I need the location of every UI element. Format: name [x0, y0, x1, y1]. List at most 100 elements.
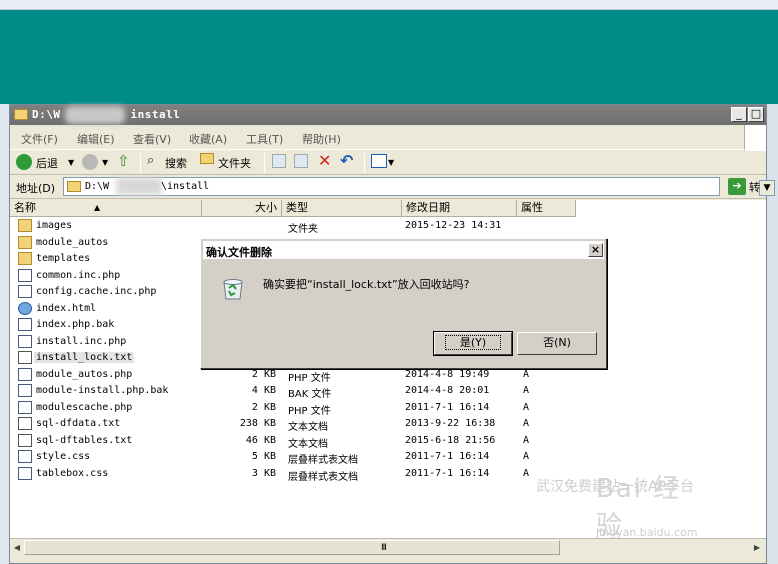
watermark: 武汉免费建站一统AP平台 Bai 经验 jingyan.baidu.com	[536, 474, 698, 541]
dialog-title-bar[interactable]: 确认文件删除 ×	[203, 241, 604, 259]
file-attributes: A	[523, 401, 530, 413]
redacted-path-blur	[65, 106, 125, 124]
file-modified: 2014-4-8 20:01	[405, 385, 490, 396]
search-icon[interactable]: ⌕	[147, 153, 154, 168]
delete-icon[interactable]: ✕	[318, 151, 331, 170]
views-icon[interactable]	[371, 154, 387, 168]
file-name: install_lock.txt	[34, 352, 135, 363]
address-dropdown-icon[interactable]: ▼	[759, 180, 775, 196]
file-icon	[18, 450, 32, 463]
file-type: PHP 文件	[288, 372, 331, 384]
file-attributes: A	[523, 368, 530, 380]
back-dropdown-icon[interactable]: ▼	[68, 158, 74, 167]
column-type[interactable]: 类型	[282, 200, 402, 217]
go-arrow-icon[interactable]: ➔	[728, 178, 746, 195]
dialog-close-button[interactable]: ×	[588, 243, 603, 257]
file-name: config.cache.inc.php	[36, 286, 157, 297]
column-header: 名称 ▲ 大小 类型 修改日期 属性	[10, 200, 576, 217]
file-type: 层叠样式表文档	[288, 471, 358, 483]
toolbar: 后退 ▼ ▼ ⇧ ⌕ 搜索 文件夹 ✕ ↶ ▼	[10, 149, 766, 175]
file-size: 46 KB	[245, 434, 276, 446]
minimize-button[interactable]: _	[731, 107, 747, 122]
go-button[interactable]: 转	[749, 179, 760, 195]
move-to-icon[interactable]	[272, 154, 286, 168]
yes-button[interactable]: 是(Y)	[433, 331, 513, 356]
file-row[interactable]: tablebox.css 3 KB 层叠样式表文档 2011-7-1 16:14 A	[10, 466, 576, 483]
no-button[interactable]: 否(N)	[517, 332, 597, 355]
file-icon	[18, 384, 32, 397]
txt-icon	[18, 351, 32, 364]
dialog-title: 确认文件删除	[206, 246, 272, 259]
file-row[interactable]: modulescache.php 2 KB PHP 文件 2011-7-1 16:14…	[10, 400, 576, 417]
back-button[interactable]: 后退	[36, 155, 58, 171]
txt-icon	[18, 433, 32, 447]
copy-to-icon[interactable]	[294, 154, 308, 168]
menu-tools[interactable]: 工具(T)	[246, 131, 283, 147]
menu-edit[interactable]: 编辑(E)	[77, 131, 115, 147]
search-button[interactable]: 搜索	[165, 155, 187, 171]
toolbar-separator	[140, 153, 141, 173]
folder-icon	[14, 109, 28, 120]
column-name[interactable]: 名称 ▲	[10, 200, 202, 217]
file-row[interactable]: sql-dftables.txt 46 KB 文本文档 2015-6-18 21:56…	[10, 433, 576, 450]
menu-help[interactable]: 帮助(H)	[302, 131, 341, 147]
file-icon	[18, 268, 32, 282]
file-row[interactable]: style.css 5 KB 层叠样式表文档 2011-7-1 16:14 A	[10, 449, 576, 466]
address-bar: 地址(D) D:\W \install ▼ ➔ 转	[10, 175, 775, 199]
back-arrow-icon[interactable]	[16, 154, 32, 170]
sort-asc-icon: ▲	[94, 203, 101, 212]
column-attributes[interactable]: 属性	[517, 200, 576, 217]
file-row[interactable]: module-install.php.bak 4 KB BAK 文件 2014-4-8…	[10, 383, 576, 400]
windows-logo-box	[744, 125, 766, 151]
background-window-edge	[0, 0, 778, 10]
file-name: templates	[36, 253, 91, 264]
undo-icon[interactable]: ↶	[340, 151, 353, 170]
column-size[interactable]: 大小	[202, 200, 282, 217]
file-size: 4 KB	[251, 385, 276, 396]
file-type: 文本文档	[288, 438, 328, 450]
title-bar[interactable]: D:\W install _ □	[10, 105, 766, 125]
file-icon	[18, 400, 32, 414]
scroll-right-icon[interactable]: ▶	[750, 541, 764, 554]
scroll-thumb[interactable]: III	[24, 540, 560, 555]
forward-arrow-icon[interactable]	[82, 154, 98, 170]
left-window-frame	[0, 104, 9, 564]
maximize-button[interactable]: □	[748, 107, 764, 122]
views-dropdown-icon[interactable]: ▼	[388, 158, 394, 167]
file-icon	[18, 285, 32, 298]
right-window-frame	[767, 104, 778, 564]
folders-button[interactable]: 文件夹	[218, 155, 251, 171]
file-name: module_autos	[36, 236, 109, 248]
file-size: 238 KB	[239, 418, 276, 429]
desktop-background	[0, 0, 778, 104]
file-attributes: A	[523, 451, 530, 462]
toolbar-separator	[264, 153, 265, 173]
forward-dropdown-icon[interactable]: ▼	[102, 158, 108, 167]
scroll-left-icon[interactable]: ◀	[10, 541, 24, 554]
column-modified[interactable]: 修改日期	[402, 200, 517, 217]
file-name: module-install.php.bak	[36, 385, 169, 396]
file-modified: 2011-7-1 16:14	[405, 451, 490, 462]
file-type: BAK 文件	[288, 389, 332, 400]
file-size: 5 KB	[251, 451, 276, 462]
file-row[interactable]: sql-dfdata.txt 238 KB 文本文档 2013-9-22 16:38 A	[10, 416, 576, 433]
file-modified: 2011-7-1 16:14	[405, 467, 490, 479]
dialog-message: 确实要把“install_lock.txt”放入回收站吗?	[263, 278, 470, 291]
menu-file[interactable]: 文件(F)	[21, 131, 58, 147]
scroll-grip: III	[381, 543, 387, 553]
file-type: 文本文档	[288, 422, 328, 433]
file-name: tablebox.css	[36, 467, 109, 479]
file-row[interactable]: images 文件夹 2015-12-23 14:31	[10, 218, 576, 235]
up-folder-icon[interactable]: ⇧	[117, 152, 130, 170]
address-input[interactable]: D:\W \install ▼	[63, 177, 775, 196]
menu-favorites[interactable]: 收藏(A)	[189, 131, 227, 147]
file-icon	[18, 466, 32, 480]
file-name: sql-dftables.txt	[36, 434, 133, 446]
menu-view[interactable]: 查看(V)	[133, 131, 171, 147]
address-path-prefix: D:\W	[85, 181, 110, 192]
txt-icon	[18, 417, 32, 430]
folders-icon[interactable]	[200, 153, 214, 164]
folder-icon	[18, 252, 32, 265]
file-modified: 2011-7-1 16:14	[405, 401, 490, 413]
file-attributes: A	[523, 418, 530, 429]
